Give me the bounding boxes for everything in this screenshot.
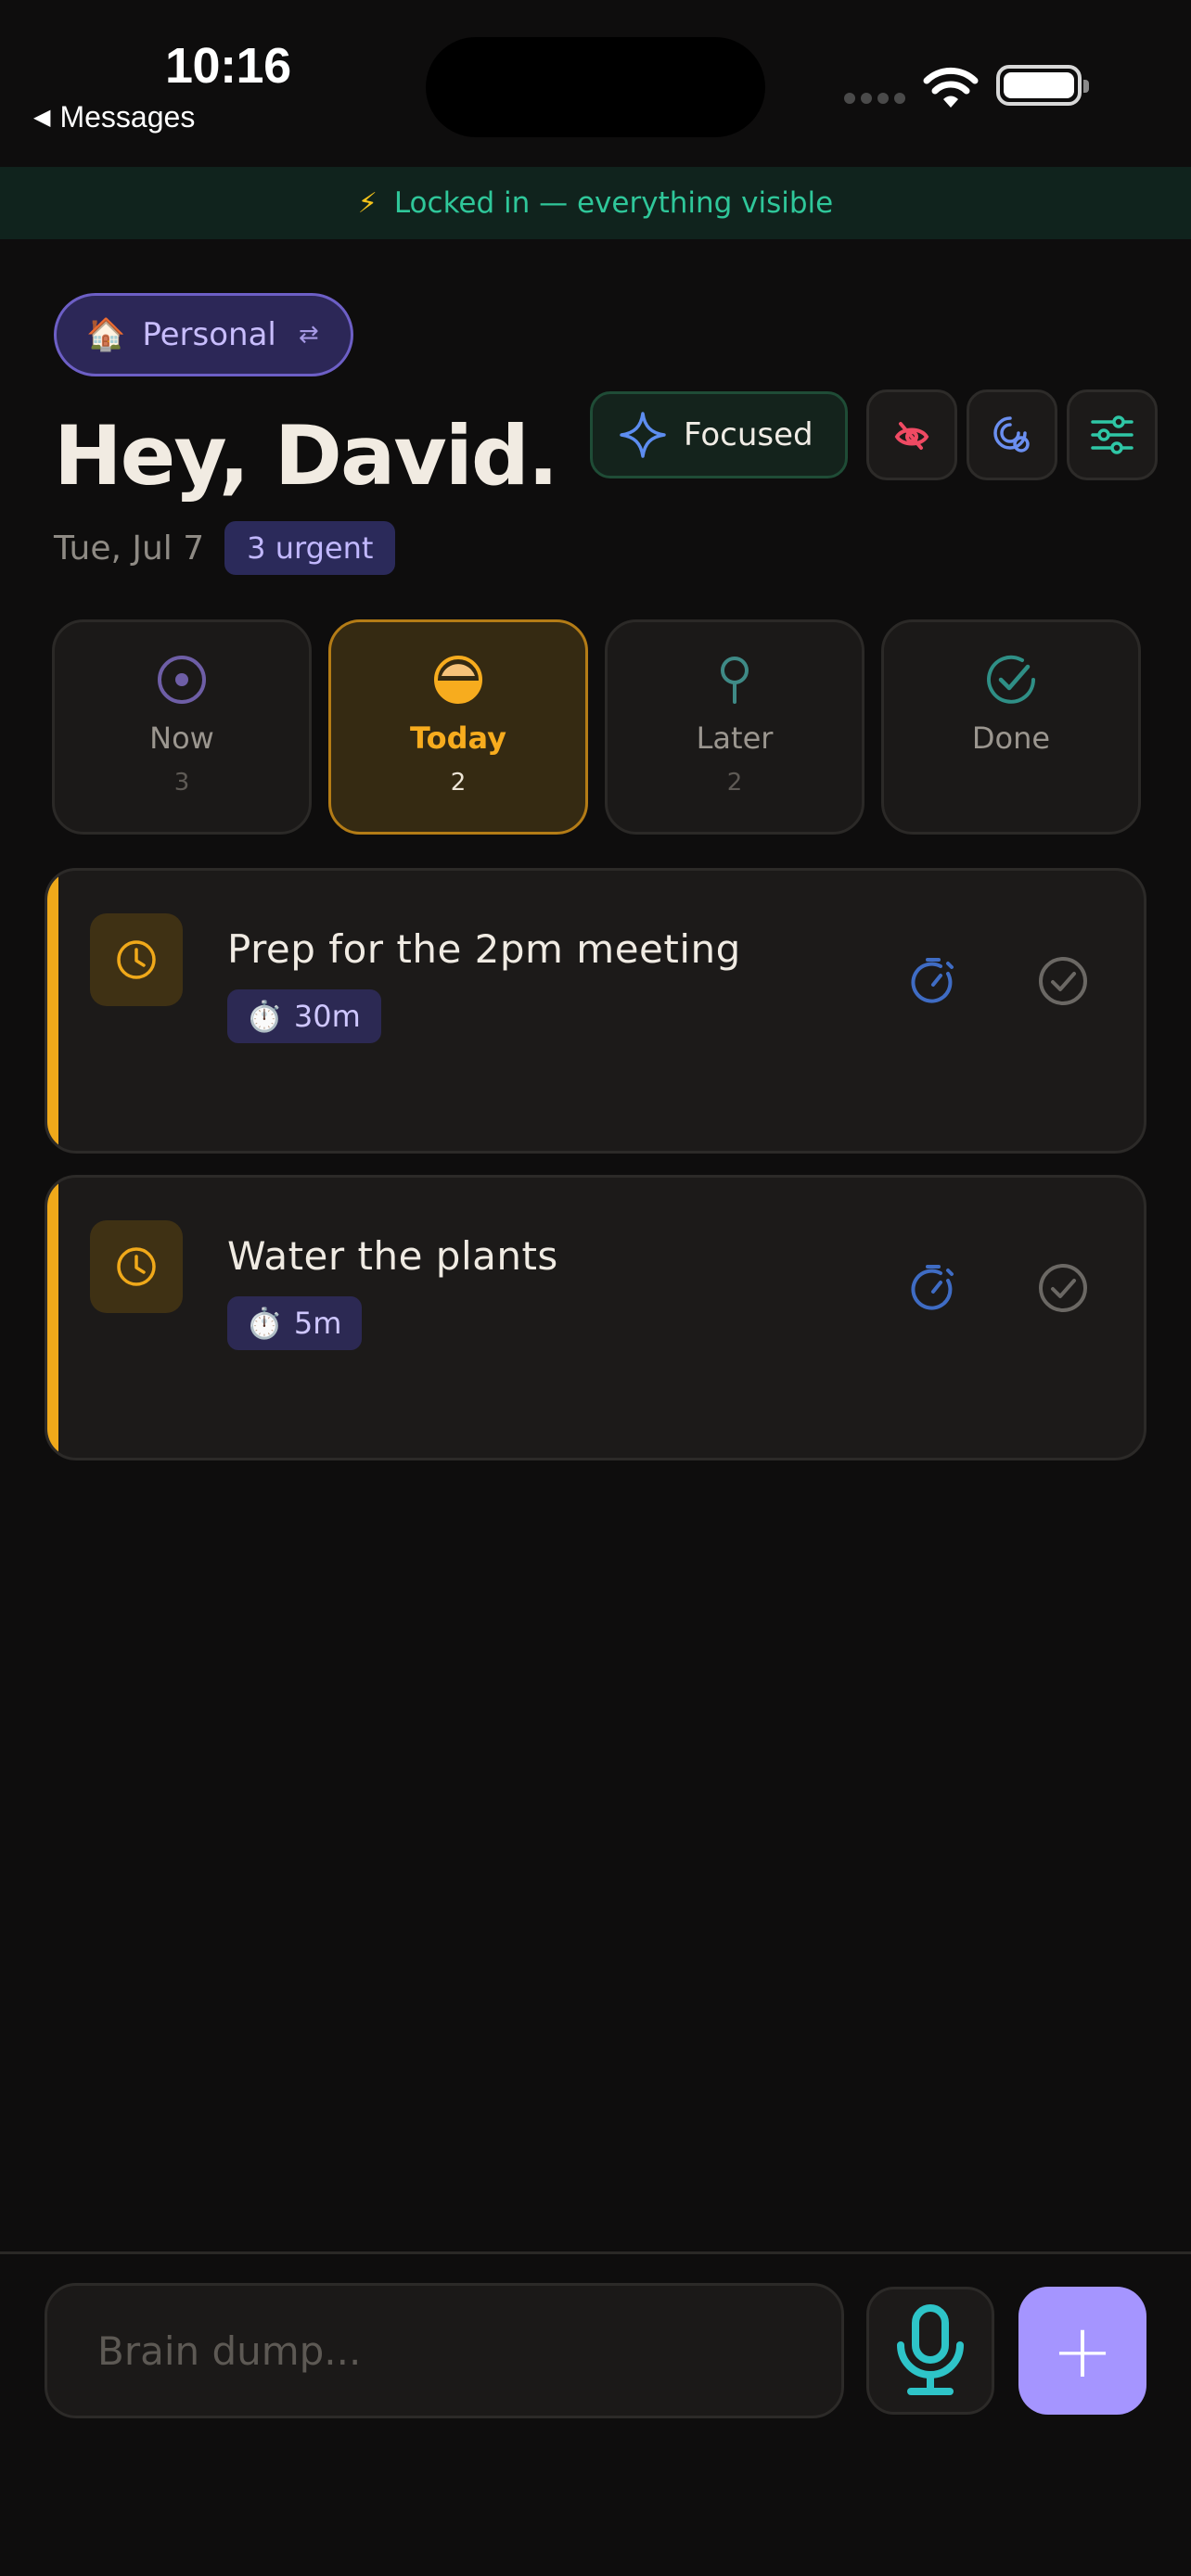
banner-text: Locked in — everything visible	[393, 186, 834, 220]
duration-badge: ⏱️ 30m	[227, 989, 381, 1043]
date-line: Tue, Jul 7 3 urgent	[54, 521, 396, 575]
app-screen: 10:16 ◀ Messages ⚡ Locked in — everythin…	[0, 0, 1191, 2576]
timer-icon	[911, 958, 954, 1003]
tab-done[interactable]: Done	[881, 619, 1141, 835]
focused-label: Focused	[684, 416, 813, 453]
clock-icon	[90, 1220, 183, 1313]
microphone-icon	[897, 2304, 964, 2395]
tab-now-label: Now	[149, 721, 214, 756]
back-to-messages-link[interactable]: ◀ Messages	[33, 100, 195, 134]
task-card[interactable]: Prep for the 2pm meeting ⏱️ 30m	[45, 868, 1146, 1154]
task-title: Water the plants	[227, 1233, 558, 1279]
page-title: Hey, David.	[54, 408, 558, 504]
pin-icon	[721, 657, 749, 704]
priority-stripe	[47, 871, 58, 1151]
house-icon: 🏠	[86, 316, 126, 353]
check-circle-icon	[1039, 1264, 1087, 1312]
start-timer-button[interactable]	[901, 1256, 966, 1320]
eye-off-button[interactable]	[866, 389, 957, 480]
battery-icon	[996, 65, 1089, 106]
duration-badge: ⏱️ 5m	[227, 1296, 363, 1350]
back-arrow-icon: ◀	[33, 105, 51, 130]
tab-today[interactable]: Today 2	[328, 619, 588, 835]
duration-value: 5m	[293, 1306, 342, 1341]
workspace-label: Personal	[142, 316, 276, 353]
tab-today-count: 2	[450, 769, 467, 797]
back-link-label: Messages	[59, 100, 196, 134]
complete-task-button[interactable]	[1031, 949, 1095, 1014]
urgent-badge[interactable]: 3 urgent	[224, 521, 396, 575]
voice-input-button[interactable]	[866, 2287, 994, 2415]
cellular-signal-icon	[844, 93, 905, 104]
current-date: Tue, Jul 7	[54, 529, 205, 567]
stopwatch-emoji-icon: ⏱️	[246, 999, 283, 1034]
locked-in-banner: ⚡ Locked in — everything visible	[0, 167, 1191, 239]
workspace-switcher[interactable]: 🏠 Personal ⇄	[54, 293, 353, 376]
tab-later-label: Later	[696, 721, 774, 756]
sparkle-icon	[620, 412, 666, 458]
filters-button[interactable]	[1067, 389, 1158, 480]
check-circle-icon	[987, 655, 1035, 704]
composer-divider	[0, 2251, 1191, 2254]
timer-icon	[911, 1265, 954, 1310]
target-icon	[158, 656, 206, 704]
tab-now-count: 3	[173, 769, 190, 797]
tab-later-count: 2	[726, 769, 743, 797]
eye-off-icon	[894, 422, 929, 450]
check-circle-icon	[1039, 957, 1087, 1005]
tab-now[interactable]: Now 3	[52, 619, 312, 835]
priority-stripe	[47, 1178, 58, 1458]
complete-task-button[interactable]	[1031, 1256, 1095, 1320]
sliders-icon	[1091, 415, 1133, 454]
start-timer-button[interactable]	[901, 949, 966, 1014]
radar-icon	[993, 416, 1030, 453]
tab-done-label: Done	[971, 721, 1051, 756]
radar-button[interactable]	[967, 389, 1057, 480]
tab-later[interactable]: Later 2	[605, 619, 864, 835]
focused-mode-button[interactable]: Focused	[590, 391, 848, 478]
add-task-button[interactable]: +	[1018, 2287, 1146, 2415]
half-sun-icon	[434, 656, 482, 704]
dynamic-island	[426, 37, 765, 137]
stopwatch-emoji-icon: ⏱️	[246, 1306, 283, 1341]
tab-today-label: Today	[410, 721, 506, 756]
status-time: 10:16	[165, 38, 291, 94]
task-card[interactable]: Water the plants ⏱️ 5m	[45, 1175, 1146, 1460]
brain-dump-input[interactable]	[45, 2283, 844, 2418]
wifi-icon	[923, 67, 979, 108]
swap-icon: ⇄	[298, 321, 319, 349]
clock-icon	[90, 913, 183, 1006]
bolt-icon: ⚡	[357, 186, 378, 220]
duration-value: 30m	[293, 999, 361, 1034]
task-title: Prep for the 2pm meeting	[227, 926, 741, 972]
